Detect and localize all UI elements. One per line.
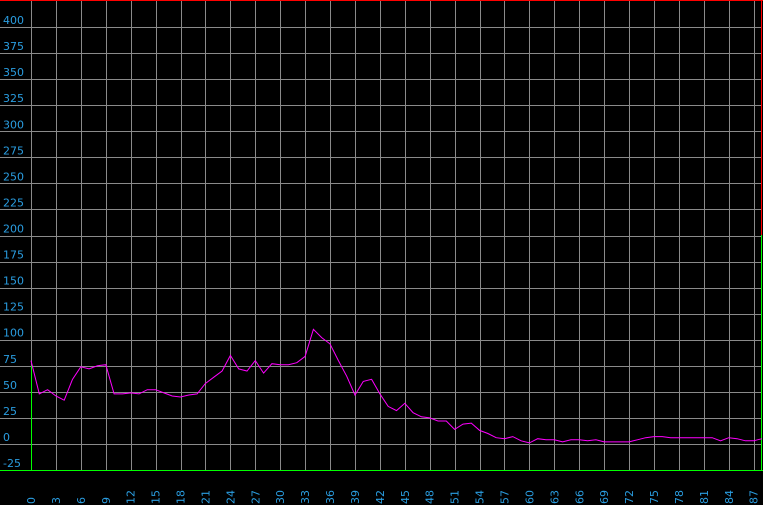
y-tick-label: 350 [3, 66, 24, 79]
y-tick-label: 250 [3, 170, 24, 183]
x-tick-label: 81 [698, 490, 711, 504]
x-tick-label: 75 [648, 490, 661, 504]
chart-borders [0, 0, 763, 471]
grid-vertical-lines [31, 1, 762, 470]
x-tick-label: 72 [623, 490, 636, 504]
y-tick-label: 125 [3, 301, 24, 314]
y-tick-label: 100 [3, 327, 24, 340]
x-tick-label: 0 [25, 497, 38, 504]
x-tick-label: 87 [748, 490, 761, 504]
y-tick-label: 275 [3, 144, 24, 157]
x-tick-label: 30 [274, 490, 287, 504]
x-tick-label: 21 [199, 490, 212, 504]
y-tick-label: 50 [3, 379, 17, 392]
x-tick-label: 69 [598, 490, 611, 504]
x-tick-label: 57 [498, 490, 511, 504]
x-axis-tick-labels: 0 3 6 9 12 15 18 21 24 27 30 33 36 39 42 45 48 51 54 57 60 63… [25, 490, 761, 504]
x-tick-label: 36 [324, 490, 337, 504]
y-tick-label: 300 [3, 118, 24, 131]
x-tick-label: 51 [449, 490, 462, 504]
y-tick-label: 400 [3, 14, 24, 27]
x-tick-label: 78 [673, 490, 686, 504]
y-tick-label: 75 [3, 353, 17, 366]
chart-svg: 4254003753503253002752502252001751501251… [0, 0, 763, 504]
x-tick-label: 45 [399, 490, 412, 504]
x-tick-label: 42 [374, 490, 387, 504]
x-tick-label: 18 [175, 490, 188, 504]
x-tick-label: 24 [224, 490, 237, 504]
x-tick-label: 60 [523, 490, 536, 504]
y-tick-label: 0 [3, 431, 10, 444]
y-tick-label: 175 [3, 249, 24, 262]
x-tick-label: 6 [75, 497, 88, 504]
x-tick-label: 84 [723, 490, 736, 504]
x-tick-label: 27 [249, 490, 262, 504]
x-tick-label: 15 [150, 490, 163, 504]
y-axis-tick-labels: 4254003753503253002752502252001751501251… [3, 0, 24, 470]
x-tick-label: 54 [474, 490, 487, 504]
x-tick-label: 66 [573, 490, 586, 504]
y-tick-label: -25 [3, 457, 21, 470]
x-tick-label: 9 [100, 497, 113, 504]
series-line [30, 328, 763, 444]
x-tick-label: 12 [125, 490, 138, 504]
x-tick-label: 33 [299, 490, 312, 504]
y-tick-label: 325 [3, 92, 24, 105]
y-tick-label: 425 [3, 0, 24, 1]
line-chart: 4254003753503253002752502252001751501251… [0, 0, 763, 505]
y-tick-label: 150 [3, 275, 24, 288]
x-tick-label: 48 [424, 490, 437, 504]
x-tick-label: 3 [50, 497, 63, 504]
x-tick-label: 63 [548, 490, 561, 504]
x-tick-label: 39 [349, 490, 362, 504]
y-tick-label: 200 [3, 223, 24, 236]
y-tick-label: 25 [3, 405, 17, 418]
y-tick-label: 225 [3, 196, 24, 209]
series-group [30, 328, 763, 444]
y-tick-label: 375 [3, 40, 24, 53]
